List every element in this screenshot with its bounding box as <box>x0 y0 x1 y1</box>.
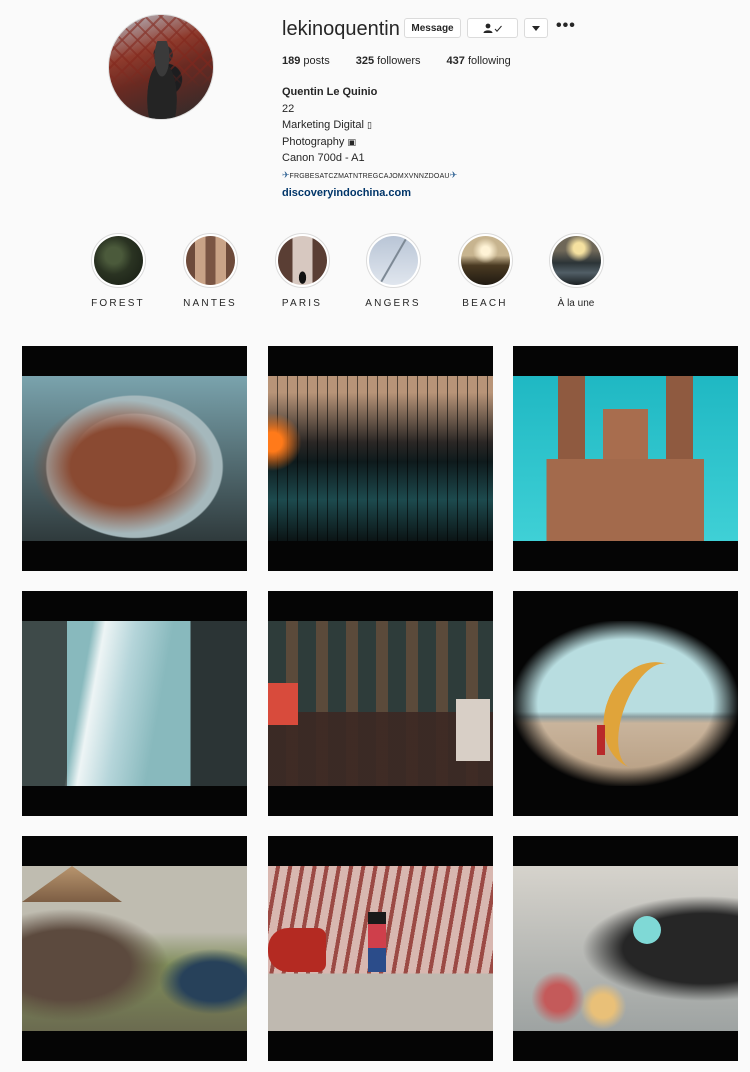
bio-photography-line: Photography ▣ <box>282 134 457 151</box>
message-button[interactable]: Message <box>404 18 461 38</box>
post-image <box>513 376 738 541</box>
profile-stats: 189 posts 325 followers 437 following <box>282 55 537 67</box>
person-check-icon <box>483 23 502 33</box>
suggestions-dropdown-button[interactable] <box>524 18 548 38</box>
highlight-forest[interactable]: FOREST <box>72 233 164 309</box>
highlight-cover <box>460 236 510 285</box>
phone-icon: ▯ <box>366 120 372 130</box>
more-options-button[interactable]: ••• <box>556 17 576 35</box>
highlight-cover <box>551 236 601 285</box>
post-tile[interactable] <box>268 836 493 1061</box>
bio-age: 22 <box>282 102 295 115</box>
post-tile[interactable] <box>268 346 493 571</box>
avatar-person <box>139 41 185 119</box>
posts-stat: 189 posts <box>282 55 330 67</box>
highlight-featured[interactable]: À la une <box>530 233 622 309</box>
profile-full-name: Quentin Le Quinio <box>282 86 378 98</box>
post-tile[interactable] <box>22 836 247 1061</box>
post-tile[interactable] <box>513 346 738 571</box>
child <box>368 912 386 972</box>
speaker <box>456 699 490 761</box>
bio-marketing-line: Marketing Digital ▯ <box>282 117 457 134</box>
profile-bio: Quentin Le Quinio 22 Marketing Digital ▯… <box>282 84 457 202</box>
highlight-cover <box>93 236 143 285</box>
post-image <box>22 621 247 786</box>
post-tile[interactable] <box>268 591 493 816</box>
highlight-cover <box>277 236 327 285</box>
bio-website-link[interactable]: discoveryindochina.com <box>282 185 457 202</box>
highlight-beach[interactable]: BEACH <box>439 233 531 309</box>
profile-avatar[interactable] <box>108 14 214 120</box>
highlight-angers[interactable]: ANGERS <box>347 233 439 309</box>
bio-countries-line: ✈FRGBESATCZMATNTREGCAJOMXVNNZDOAU✈ <box>282 167 457 186</box>
post-tile[interactable] <box>22 346 247 571</box>
post-tile[interactable] <box>22 591 247 816</box>
post-image <box>513 866 738 1031</box>
airplane-icon: ✈ <box>282 169 290 180</box>
post-image <box>268 376 493 541</box>
profile-username: lekinoquentin <box>282 18 400 40</box>
following-stat[interactable]: 437 following <box>447 55 511 67</box>
caret-down-icon <box>532 25 540 31</box>
followers-stat[interactable]: 325 followers <box>356 55 421 67</box>
cafe-sign <box>268 683 298 725</box>
camera-icon: ▣ <box>347 136 356 147</box>
scooter <box>268 928 326 972</box>
highlight-cover <box>368 236 418 285</box>
airplane-icon: ✈ <box>449 169 458 180</box>
flower-crown <box>633 916 661 944</box>
post-image <box>22 376 247 541</box>
kite-person <box>597 725 605 755</box>
post-tile[interactable] <box>513 591 738 816</box>
bio-camera-line: Canon 700d - A1 <box>282 152 365 164</box>
following-button[interactable] <box>467 18 518 38</box>
highlight-paris[interactable]: PARIS <box>256 233 348 309</box>
post-tile[interactable] <box>513 836 738 1061</box>
highlight-nantes[interactable]: NANTES <box>164 233 256 309</box>
highlight-cover <box>185 236 235 285</box>
